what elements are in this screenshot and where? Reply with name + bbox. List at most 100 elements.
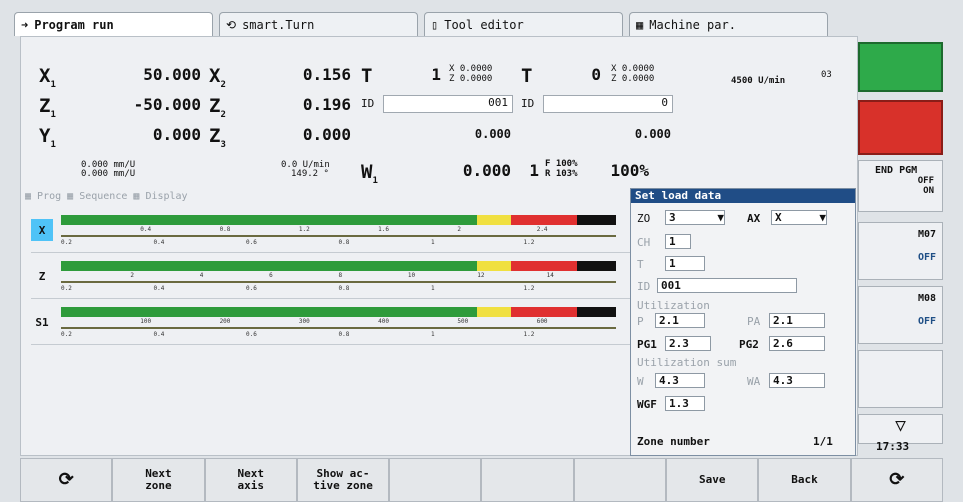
t-field[interactable]: 1 <box>665 256 705 271</box>
refresh-icon[interactable]: ⟳ <box>20 458 113 502</box>
program-run-key[interactable] <box>858 42 943 92</box>
tool-t2-label: T <box>521 65 533 87</box>
tick-label: 0.6 <box>246 331 257 338</box>
tick-label: 10 <box>407 272 416 279</box>
tick-label: 600 <box>536 318 548 325</box>
feed-rate-2: 0.000 mm/U <box>81 169 136 179</box>
load-chart: X 0.4 0.8 1.2 1.6 2 2.4 0.2 0.4 0.6 0.8 1 1.2 Z 2 4 6 8 10… <box>31 209 631 349</box>
pa-field[interactable]: 2.1 <box>769 313 825 328</box>
tool1-position: 0.000 <box>474 127 511 141</box>
bottom-softkeys: ⟳ Next zone Next axis Show ac- tive zone… <box>20 458 943 502</box>
tick-label: 1.2 <box>523 331 535 338</box>
feed-override: F 100% <box>545 159 578 169</box>
rapid-override: R 103% <box>545 169 578 179</box>
tool-x2-offset: X 0.0000 <box>611 64 655 74</box>
tick-label: 12 <box>477 272 485 279</box>
tick-label: 1.6 <box>378 226 389 233</box>
w-label: W <box>637 375 644 388</box>
save-button[interactable]: Save <box>666 458 759 502</box>
tick-label: 0.4 <box>153 239 165 246</box>
empty-softkey[interactable] <box>573 458 667 502</box>
tick-label: 0.4 <box>153 331 165 338</box>
arrow-right-icon: ➜ <box>21 17 29 32</box>
axis-z3-label: Z3 <box>209 125 226 150</box>
axis-label: X <box>31 219 53 241</box>
back-button[interactable]: Back <box>758 458 851 502</box>
axis-z1-label: Z1 <box>39 95 56 120</box>
load-segment <box>477 261 511 271</box>
tab-smart-turn[interactable]: ⟲ smart.Turn <box>219 12 418 36</box>
m07-key[interactable]: M07 OFF <box>858 222 943 280</box>
id-field[interactable]: 001 <box>657 278 797 293</box>
wgf-field[interactable]: 1.3 <box>665 396 705 411</box>
zo-select[interactable]: 3 ▼ <box>665 210 725 225</box>
ch-field[interactable]: 1 <box>665 234 691 249</box>
tick-label: 300 <box>298 318 310 325</box>
next-zone-button[interactable]: Next zone <box>112 458 205 502</box>
tool-t-label: T <box>361 65 373 87</box>
ax-label: AX <box>747 212 761 225</box>
tick-label: 0.4 <box>153 285 165 292</box>
tick-label: 1 <box>431 239 435 246</box>
t-label: T <box>637 258 644 271</box>
axis-w1-value: 0.000 <box>462 161 511 180</box>
view-options[interactable]: ▦ Prog ▦ Sequence ▦ Display <box>25 191 188 202</box>
refresh-icon[interactable]: ⟳ <box>850 458 943 502</box>
id2-value: 0 <box>543 95 673 113</box>
axis-w1-label: W1 <box>361 161 378 186</box>
tick-label: 4 <box>199 272 204 279</box>
id2-label: ID <box>521 97 535 110</box>
axis-z3-value: 0.000 <box>302 125 351 144</box>
chart-row-x: X 0.4 0.8 1.2 1.6 2 2.4 0.2 0.4 0.6 0.8 1 1.2 <box>31 209 631 253</box>
axis-z1-value: -50.000 <box>133 95 201 114</box>
ax-select[interactable]: X ▼ <box>771 210 827 225</box>
pg1-label: PG1 <box>637 338 657 351</box>
axis-x1-value: 50.000 <box>143 65 201 84</box>
empty-softkey[interactable] <box>481 458 574 502</box>
pg1-field[interactable]: 2.3 <box>665 336 711 351</box>
tab-machine-par[interactable]: ▦ Machine par. <box>629 12 828 36</box>
tick-label: 0.2 <box>61 285 72 292</box>
w-field[interactable]: 4.3 <box>655 373 705 388</box>
axis-y1-value: 0.000 <box>152 125 201 144</box>
load-segment <box>477 215 511 225</box>
tick-label: 500 <box>457 318 469 325</box>
show-active-zone-button[interactable]: Show ac- tive zone <box>296 458 390 502</box>
axis-x2-value: 0.156 <box>302 65 351 84</box>
tick-label: 14 <box>546 272 554 279</box>
tick-label: 0.6 <box>246 239 257 246</box>
tick-label: 400 <box>378 318 389 325</box>
tick-label: 0.4 <box>140 226 152 233</box>
m08-key[interactable]: M08 OFF <box>858 286 943 344</box>
spindle-override: 100% <box>610 161 649 180</box>
tab-program-run[interactable]: ➜ Program run <box>14 12 213 36</box>
tool-z1-offset: Z 0.0000 <box>449 74 493 84</box>
wa-field[interactable]: 4.3 <box>769 373 825 388</box>
load-segment <box>61 215 478 225</box>
p-field[interactable]: 2.1 <box>655 313 705 328</box>
tick-label: 0.8 <box>338 331 350 338</box>
tool-t1: 1 <box>431 65 441 84</box>
load-segment <box>61 261 478 271</box>
spindle-angle: 149.2 ° <box>291 169 329 179</box>
chart-row-z: Z 2 4 6 8 10 12 14 0.2 0.4 0.6 0.8 1 1.2 <box>31 255 631 299</box>
p-label: P <box>637 315 644 328</box>
load-segment <box>510 307 578 317</box>
clock: 17:33 <box>876 440 910 453</box>
pg2-field[interactable]: 2.6 <box>769 336 825 351</box>
tool-t2: 0 <box>591 65 601 84</box>
end-pgm-key[interactable]: END PGM OFF ON <box>858 160 943 212</box>
load-segment <box>61 307 478 317</box>
dialog-title: Set load data <box>631 189 855 203</box>
jog-key[interactable] <box>858 350 943 408</box>
next-axis-button[interactable]: Next axis <box>204 458 297 502</box>
axis-x2-label: X2 <box>209 65 226 90</box>
axis-x1-label: X1 <box>39 65 56 90</box>
tab-tool-editor[interactable]: ▯ Tool editor <box>424 12 623 36</box>
tool2-position: 0.000 <box>634 127 671 141</box>
stop-key[interactable] <box>858 100 943 155</box>
empty-softkey[interactable] <box>389 458 482 502</box>
tick-label: 2 <box>457 226 462 233</box>
utilization-sum-label: Utilization sum <box>637 356 737 369</box>
tick-label: 1.2 <box>523 285 535 292</box>
